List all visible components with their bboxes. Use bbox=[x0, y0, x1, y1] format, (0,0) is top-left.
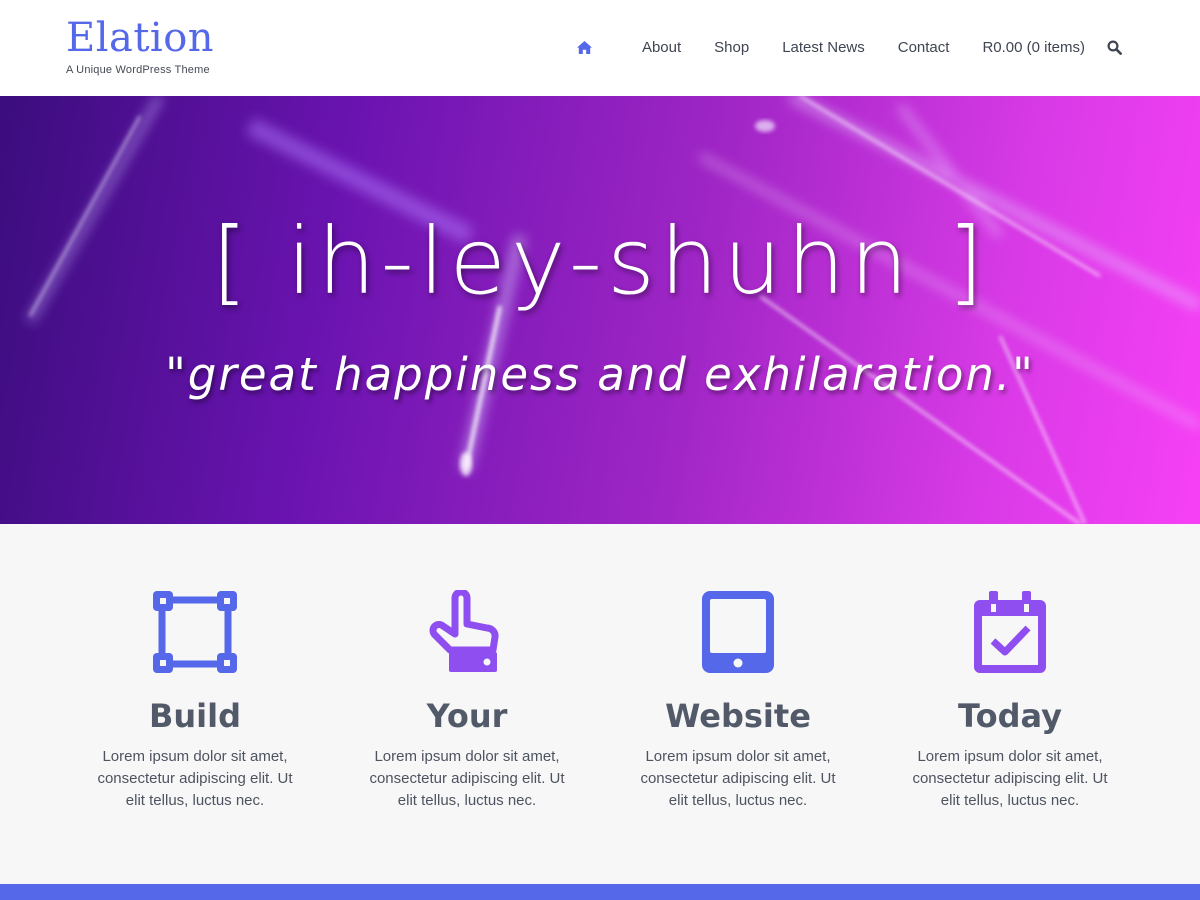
site-title[interactable]: Elation bbox=[66, 14, 214, 62]
feature-your: Your Lorem ipsum dolor sit amet, consect… bbox=[347, 590, 587, 812]
site-tagline: A Unique WordPress Theme bbox=[66, 64, 210, 76]
feature-title: Website bbox=[665, 697, 811, 735]
tablet-icon bbox=[618, 590, 858, 674]
nav-item-latest-news[interactable]: Latest News bbox=[782, 39, 865, 56]
hero-title: [ ih-ley-shuhn ] bbox=[211, 208, 989, 315]
feature-title: Your bbox=[426, 697, 508, 735]
feature-text: Lorem ipsum dolor sit amet, consectetur … bbox=[640, 748, 836, 809]
bottom-accent-bar bbox=[0, 884, 1200, 900]
search-icon[interactable] bbox=[1107, 39, 1122, 55]
feature-website: Website Lorem ipsum dolor sit amet, cons… bbox=[618, 590, 858, 812]
nav-item-cart[interactable]: R0.00 (0 items) bbox=[982, 39, 1085, 56]
nav-item-shop[interactable]: Shop bbox=[714, 39, 749, 56]
feature-text: Lorem ipsum dolor sit amet, consectetur … bbox=[97, 748, 293, 809]
home-icon[interactable] bbox=[576, 40, 593, 55]
site-logo[interactable]: Elation A Unique WordPress Theme bbox=[66, 14, 214, 76]
feature-text: Lorem ipsum dolor sit amet, consectetur … bbox=[912, 748, 1108, 809]
hero-banner: [ ih-ley-shuhn ] "great happiness and ex… bbox=[0, 96, 1200, 524]
feature-text: Lorem ipsum dolor sit amet, consectetur … bbox=[369, 748, 565, 809]
main-navigation: About Shop Latest News Contact R0.00 (0 … bbox=[576, 34, 1122, 60]
site-header: Elation A Unique WordPress Theme About S… bbox=[0, 0, 1200, 96]
feature-today: Today Lorem ipsum dolor sit amet, consec… bbox=[890, 590, 1130, 812]
nav-item-contact[interactable]: Contact bbox=[898, 39, 950, 56]
feature-title: Today bbox=[958, 697, 1062, 735]
feature-build: Build Lorem ipsum dolor sit amet, consec… bbox=[75, 590, 315, 812]
vector-square-icon bbox=[75, 590, 315, 674]
hero-subtitle: "great happiness and exhilaration." bbox=[165, 348, 1035, 401]
hand-pointer-icon bbox=[347, 590, 587, 674]
feature-title: Build bbox=[148, 697, 241, 735]
features-section: Build Lorem ipsum dolor sit amet, consec… bbox=[0, 524, 1200, 884]
calendar-check-icon bbox=[890, 590, 1130, 674]
nav-item-about[interactable]: About bbox=[642, 39, 681, 56]
